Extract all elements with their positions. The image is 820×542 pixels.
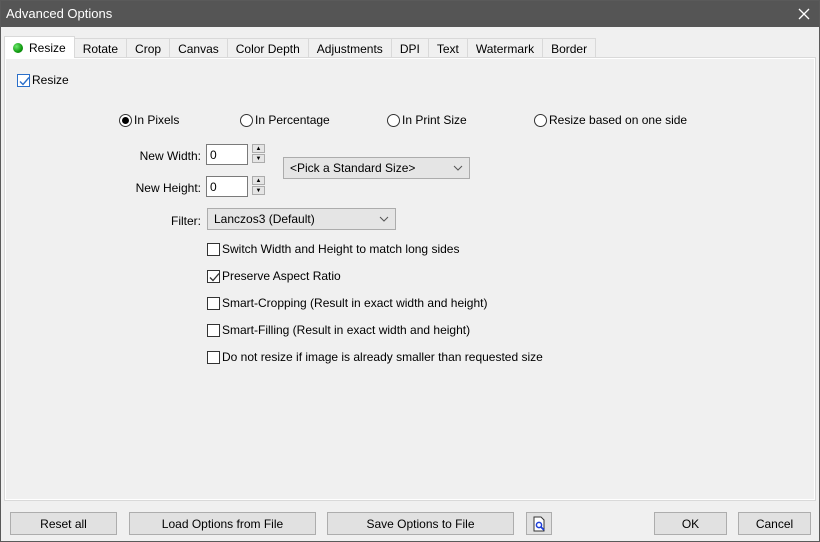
status-dot-icon (13, 42, 23, 53)
new-height-spinner[interactable]: ▲ ▼ (252, 176, 265, 196)
button-label: Cancel (755, 516, 794, 531)
title-bar: Advanced Options (1, 1, 819, 27)
resize-enable-label: Resize (32, 73, 69, 87)
button-label: Reset all (40, 516, 87, 531)
window-title: Advanced Options (6, 6, 113, 21)
radio-in-percentage[interactable]: In Percentage (240, 113, 330, 127)
save-options-button[interactable]: Save Options to File (327, 512, 514, 535)
new-width-input[interactable] (206, 144, 248, 165)
checkbox-checked-icon (207, 269, 220, 283)
tab-text[interactable]: Text (427, 38, 468, 58)
new-width-spinner[interactable]: ▲ ▼ (252, 144, 265, 164)
spin-up-icon[interactable]: ▲ (252, 176, 265, 185)
close-icon (798, 8, 810, 20)
spin-down-icon[interactable]: ▼ (252, 154, 265, 163)
tab-bar: Resize Rotate Crop Canvas Color Depth Ad… (4, 36, 597, 58)
reset-all-button[interactable]: Reset all (10, 512, 117, 535)
tab-watermark[interactable]: Watermark (466, 38, 544, 58)
checkbox-checked-icon (17, 73, 30, 87)
close-button[interactable] (789, 1, 819, 27)
radio-selected-icon (119, 113, 132, 127)
button-label: OK (681, 516, 700, 531)
checkbox-label: Preserve Aspect Ratio (222, 269, 341, 283)
radio-label: In Pixels (134, 113, 180, 127)
radio-in-pixels[interactable]: In Pixels (119, 113, 179, 127)
tab-crop[interactable]: Crop (126, 38, 171, 58)
preview-options-button[interactable] (526, 512, 552, 535)
filter-value: Lanczos3 (Default) (214, 212, 315, 226)
resize-enable-checkbox[interactable]: Resize (17, 73, 69, 87)
smart-cropping-checkbox[interactable]: Smart-Cropping (Result in exact width an… (207, 296, 487, 310)
new-height-input[interactable] (206, 176, 248, 197)
tab-label: DPI (399, 41, 420, 56)
button-label: Save Options to File (366, 516, 475, 531)
new-width-label: New Width: (139, 149, 201, 163)
filter-label: Filter: (171, 214, 201, 228)
do-not-resize-smaller-checkbox[interactable]: Do not resize if image is already smalle… (207, 350, 543, 364)
tab-color-depth[interactable]: Color Depth (226, 38, 309, 58)
radio-label: Resize based on one side (549, 113, 688, 127)
standard-size-select[interactable]: <Pick a Standard Size> (283, 157, 470, 179)
tab-label: Color Depth (235, 41, 300, 56)
file-search-icon (533, 516, 545, 531)
filter-select[interactable]: Lanczos3 (Default) (207, 208, 396, 230)
radio-label: In Print Size (402, 113, 467, 127)
radio-icon (240, 113, 253, 127)
load-options-button[interactable]: Load Options from File (129, 512, 316, 535)
radio-icon (534, 113, 547, 127)
button-label: Load Options from File (161, 516, 284, 531)
tab-label: Crop (135, 41, 162, 56)
tab-label: Resize (29, 40, 66, 55)
resize-panel: Resize In Pixels In Percentage In Print … (4, 57, 816, 501)
radio-icon (387, 113, 400, 127)
checkbox-icon (207, 296, 220, 310)
spin-up-icon[interactable]: ▲ (252, 144, 265, 153)
checkbox-label: Smart-Filling (Result in exact width and… (222, 323, 471, 337)
standard-size-value: <Pick a Standard Size> (290, 161, 416, 175)
smart-filling-checkbox[interactable]: Smart-Filling (Result in exact width and… (207, 323, 470, 337)
checkbox-label: Do not resize if image is already smalle… (222, 350, 543, 364)
radio-resize-one-side[interactable]: Resize based on one side (534, 113, 687, 127)
advanced-options-dialog: Advanced Options Resize Rotate Crop Canv… (0, 0, 820, 542)
checkbox-label: Switch Width and Height to match long si… (222, 242, 460, 256)
ok-button[interactable]: OK (654, 512, 727, 535)
spin-down-icon[interactable]: ▼ (252, 186, 265, 195)
checkbox-icon (207, 350, 220, 364)
tab-dpi[interactable]: DPI (390, 38, 429, 58)
tab-label: Canvas (178, 41, 219, 56)
tab-label: Text (436, 41, 459, 56)
radio-in-print-size[interactable]: In Print Size (387, 113, 467, 127)
tab-label: Watermark (475, 41, 535, 56)
tab-label: Border (551, 41, 588, 56)
tab-rotate[interactable]: Rotate (73, 38, 128, 58)
checkbox-label: Smart-Cropping (Result in exact width an… (222, 296, 488, 310)
preserve-aspect-ratio-checkbox[interactable]: Preserve Aspect Ratio (207, 269, 341, 283)
new-height-label: New Height: (135, 181, 201, 195)
tab-label: Rotate (82, 41, 119, 56)
tab-label: Adjustments (316, 41, 383, 56)
radio-label: In Percentage (255, 113, 330, 127)
chevron-down-icon (379, 216, 389, 222)
tab-adjustments[interactable]: Adjustments (307, 38, 392, 58)
checkbox-icon (207, 323, 220, 337)
chevron-down-icon (453, 165, 463, 171)
checkbox-icon (207, 242, 220, 256)
tab-resize[interactable]: Resize (4, 36, 75, 58)
tab-border[interactable]: Border (542, 38, 597, 58)
tab-canvas[interactable]: Canvas (169, 38, 228, 58)
switch-width-height-checkbox[interactable]: Switch Width and Height to match long si… (207, 242, 459, 256)
cancel-button[interactable]: Cancel (738, 512, 811, 535)
